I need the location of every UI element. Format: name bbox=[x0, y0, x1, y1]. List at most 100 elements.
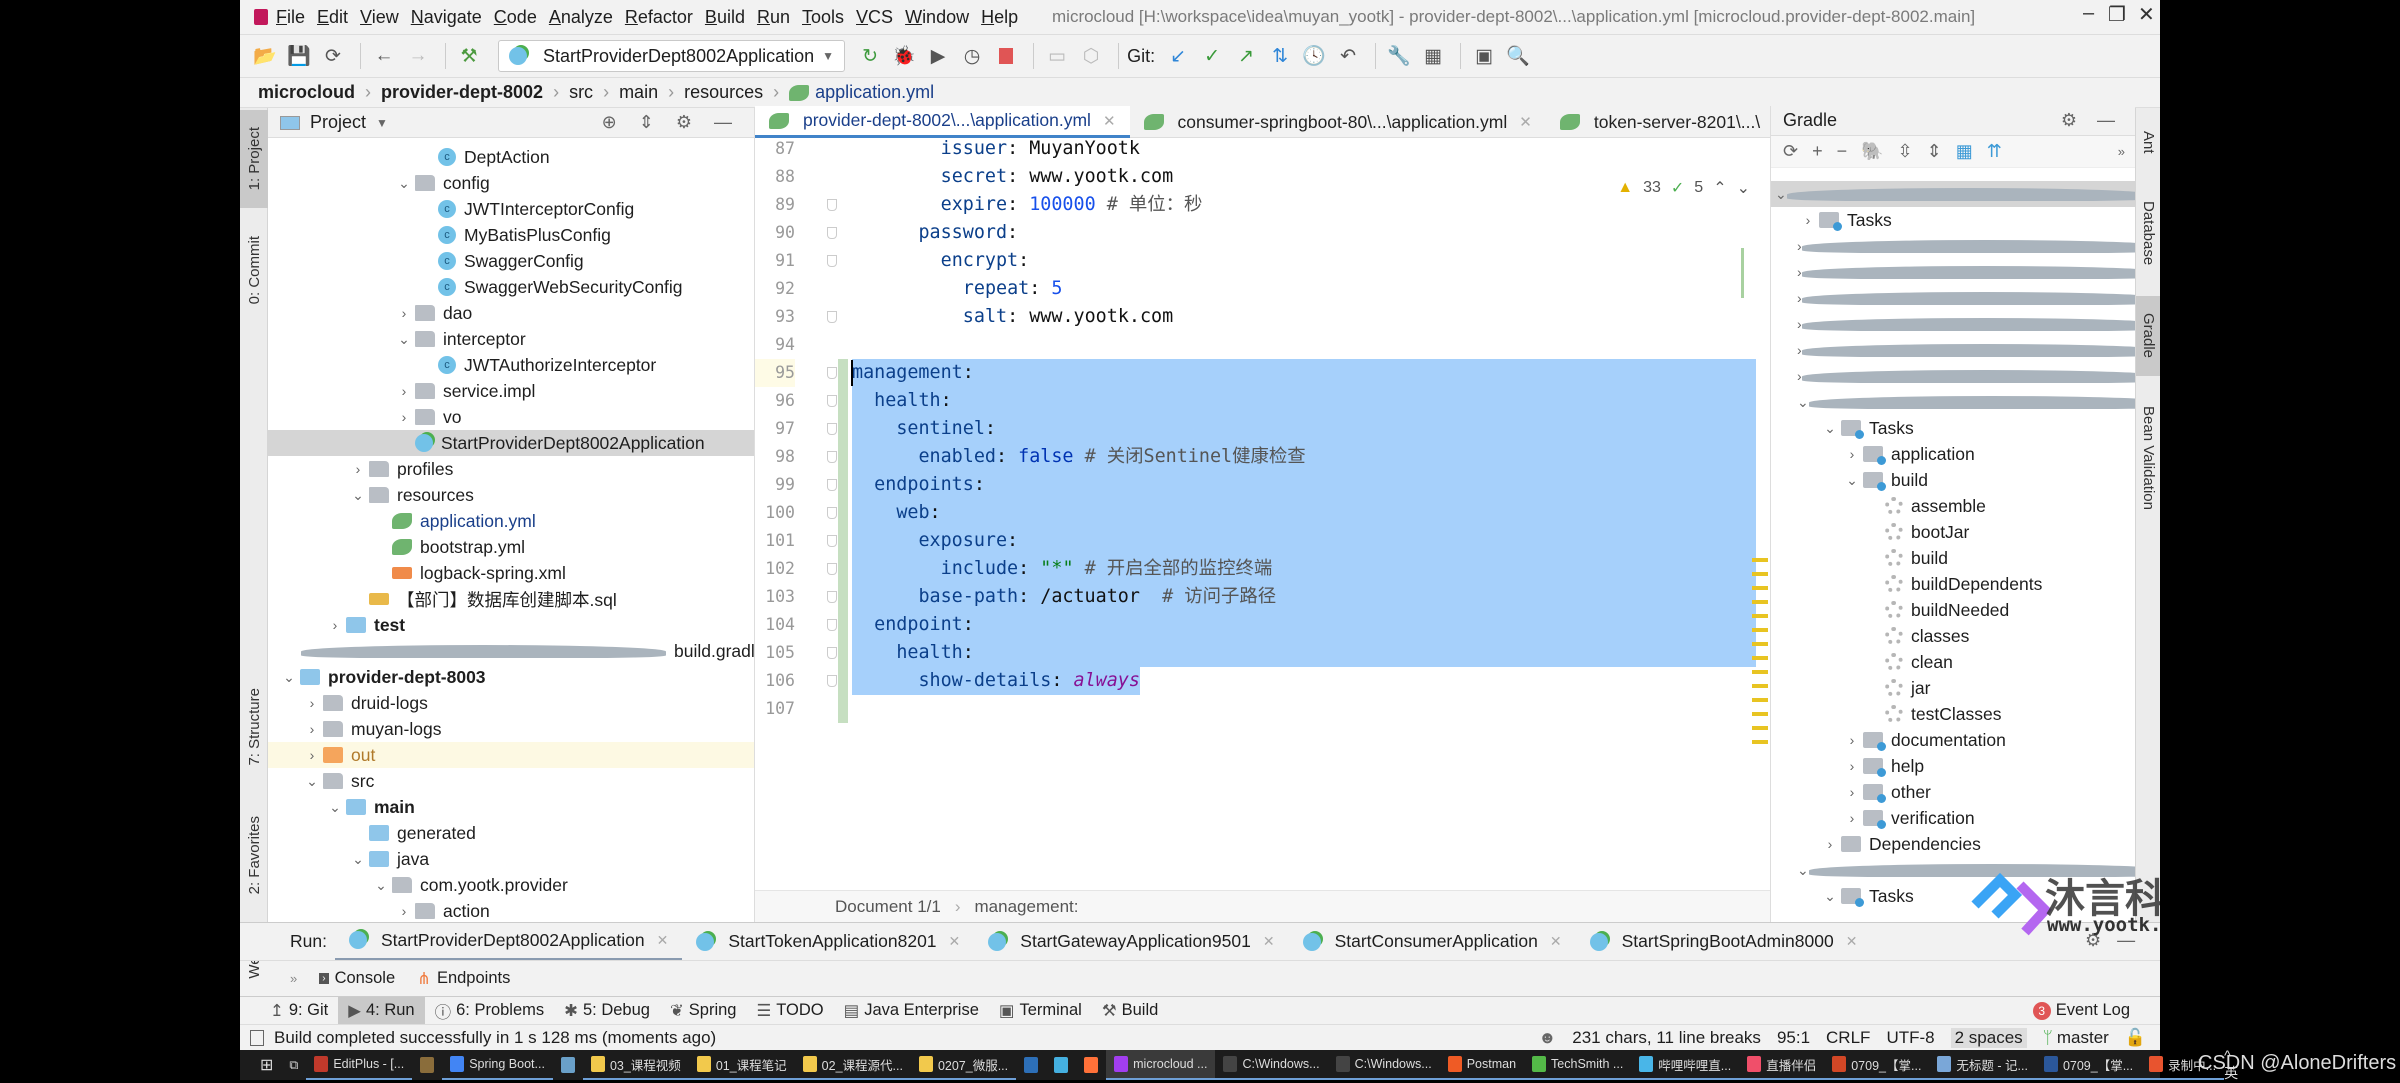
chevron-right-icon[interactable]: › bbox=[1797, 212, 1819, 228]
chevron-down-icon[interactable]: ⌄ bbox=[1775, 186, 1787, 203]
menu-code[interactable]: Code bbox=[494, 7, 537, 28]
editor-tab[interactable]: token-server-8201\...\ bbox=[1546, 106, 1770, 138]
fold-marker-icon[interactable] bbox=[827, 395, 837, 407]
gradle-tree-item[interactable]: ⌄ Tasks bbox=[1771, 415, 2135, 441]
taskbar-app[interactable]: 无标题 - 记... bbox=[1929, 1050, 2036, 1080]
git-branch[interactable]: ᛘ master bbox=[2043, 1028, 2109, 1048]
taskbar-app[interactable] bbox=[1016, 1050, 1046, 1080]
fold-marker-icon[interactable] bbox=[827, 591, 837, 603]
warning-stripe-mark[interactable] bbox=[1752, 628, 1768, 632]
project-tree-item[interactable]: 【部门】数据库创建脚本.sql bbox=[268, 586, 754, 612]
menu-run[interactable]: Run bbox=[757, 7, 790, 28]
fold-marker-icon[interactable] bbox=[827, 647, 837, 659]
task-view-button[interactable]: ⧉ bbox=[281, 1050, 306, 1080]
chevron-down-icon[interactable]: ⌄ bbox=[1819, 888, 1841, 905]
breadcrumb-item[interactable]: microcloud bbox=[258, 82, 355, 103]
gradle-tree-item[interactable]: ⌄ build bbox=[1771, 467, 2135, 493]
run-tab[interactable]: StartTokenApplication8201 ✕ bbox=[682, 923, 974, 961]
indent-setting[interactable]: 2 spaces bbox=[1950, 1028, 2027, 1048]
gradle-tree-item[interactable]: › documentation bbox=[1771, 727, 2135, 753]
stripe-bean-validation[interactable]: Bean Validation bbox=[2136, 388, 2160, 528]
gradle-tree-item[interactable]: build bbox=[1771, 545, 2135, 571]
chevron-right-icon[interactable]: › bbox=[301, 747, 323, 763]
fold-marker-icon[interactable] bbox=[827, 619, 837, 631]
stripe-structure[interactable]: 7: Structure bbox=[240, 668, 268, 786]
status-message[interactable]: Build completed successfully in 1 s 128 … bbox=[274, 1028, 716, 1048]
gradle-tree-item[interactable]: ›gateway-9501 bbox=[1771, 285, 2135, 311]
menu-window[interactable]: Window bbox=[905, 7, 969, 28]
taskbar-app[interactable] bbox=[1046, 1050, 1076, 1080]
toolwindow-javaenterprise[interactable]: ▤ Java Enterprise bbox=[834, 997, 989, 1025]
taskbar-app[interactable]: 03_课程视频 bbox=[582, 1050, 689, 1080]
fold-marker-icon[interactable] bbox=[827, 227, 837, 239]
taskbar-app[interactable]: 哔哩哔哩直... bbox=[1631, 1050, 1740, 1080]
warning-stripe-mark[interactable] bbox=[1752, 558, 1768, 562]
project-tree-item[interactable]: ⌄ java bbox=[268, 846, 754, 872]
build-hammer-icon[interactable]: ⚒ bbox=[454, 41, 484, 71]
taskbar-app[interactable] bbox=[553, 1050, 583, 1080]
warning-stripe-mark[interactable] bbox=[1752, 740, 1768, 744]
close-tab-icon[interactable]: ✕ bbox=[1103, 112, 1116, 130]
run-anything-icon[interactable]: ▣ bbox=[1469, 41, 1499, 71]
line-separator[interactable]: CRLF bbox=[1826, 1028, 1870, 1048]
toolwindow-git[interactable]: ↥ 9: Git bbox=[260, 997, 338, 1025]
gradle-tree-item[interactable]: ›common-api bbox=[1771, 233, 2135, 259]
project-tree-item[interactable]: c JWTAuthorizeInterceptor bbox=[268, 352, 754, 378]
chevron-right-icon[interactable]: › bbox=[393, 383, 415, 399]
project-tree-item[interactable]: › vo bbox=[268, 404, 754, 430]
gradle-tree-item[interactable]: › application bbox=[1771, 441, 2135, 467]
chevron-right-icon[interactable]: › bbox=[1797, 290, 1802, 306]
project-tree-item[interactable]: generated bbox=[268, 820, 754, 846]
chevron-right-icon[interactable]: › bbox=[1841, 446, 1863, 462]
gradle-tree-item[interactable]: › help bbox=[1771, 753, 2135, 779]
chevron-down-icon[interactable]: ⌄ bbox=[1797, 862, 1809, 879]
collapse-all-icon[interactable]: ⇕ bbox=[1927, 141, 1942, 162]
chevron-right-icon[interactable]: › bbox=[393, 409, 415, 425]
breadcrumb-item[interactable]: provider-dept-8002 bbox=[381, 82, 543, 103]
status-toggle-icon[interactable] bbox=[250, 1029, 264, 1046]
inspector-icon[interactable]: ☻ bbox=[1538, 1028, 1556, 1048]
caret-position[interactable]: 95:1 bbox=[1777, 1028, 1810, 1048]
chevron-right-icon[interactable]: › bbox=[1797, 264, 1802, 280]
run-tab[interactable]: StartSpringBootAdmin8000 ✕ bbox=[1576, 923, 1872, 961]
toolwindow-problems[interactable]: ⓘ 6: Problems bbox=[425, 997, 555, 1025]
chevron-down-icon[interactable]: ⌄ bbox=[301, 773, 323, 790]
warning-stripe-mark[interactable] bbox=[1752, 656, 1768, 660]
expand-all-icon[interactable]: ⇳ bbox=[1898, 141, 1913, 162]
gradle-tree-item[interactable]: › other bbox=[1771, 779, 2135, 805]
chevron-right-icon[interactable]: › bbox=[301, 721, 323, 737]
back-icon[interactable]: ← bbox=[369, 41, 399, 71]
gear-icon[interactable]: ⚙ bbox=[2061, 110, 2097, 130]
project-tree-item[interactable]: ⌄ resources bbox=[268, 482, 754, 508]
menu-view[interactable]: View bbox=[360, 7, 399, 28]
stripe-database[interactable]: Database bbox=[2136, 183, 2160, 283]
chevron-right-icon[interactable]: › bbox=[1841, 732, 1863, 748]
crumb-document[interactable]: Document 1/1 bbox=[835, 897, 941, 917]
chevron-right-icon[interactable]: › bbox=[393, 903, 415, 919]
console-tab[interactable]: › Console bbox=[319, 969, 395, 988]
breadcrumb-item[interactable]: resources bbox=[684, 82, 763, 103]
project-tree-item[interactable]: ⌄ interceptor bbox=[268, 326, 754, 352]
menu-edit[interactable]: Edit bbox=[317, 7, 348, 28]
chevron-down-icon[interactable]: ⌄ bbox=[347, 487, 369, 504]
warning-stripe-mark[interactable] bbox=[1752, 586, 1768, 590]
more-icon[interactable]: » bbox=[2118, 144, 2125, 159]
project-view-select[interactable]: Project bbox=[310, 112, 366, 133]
git-history-icon[interactable]: 🕓 bbox=[1299, 41, 1329, 71]
project-tree-item[interactable]: › test bbox=[268, 612, 754, 638]
event-log-button[interactable]: 3 Event Log bbox=[2032, 1001, 2130, 1020]
fold-marker-icon[interactable] bbox=[827, 367, 837, 379]
gradle-tree-item[interactable]: › Tasks bbox=[1771, 207, 2135, 233]
menu-navigate[interactable]: Navigate bbox=[411, 7, 482, 28]
editor-tab[interactable]: consumer-springboot-80\...\application.y… bbox=[1130, 106, 1546, 138]
chevron-right-icon[interactable]: › bbox=[1797, 238, 1802, 254]
git-merge-icon[interactable]: ⇅ bbox=[1265, 41, 1295, 71]
code-area[interactable]: ▲ 33 ✓ 5 ⌃ ⌄ 87 issuer: MuyanYootk 88 secret: … bbox=[755, 138, 1770, 890]
hide-icon[interactable]: — bbox=[714, 112, 754, 132]
chevron-down-icon[interactable]: ⌄ bbox=[393, 175, 415, 192]
more-icon[interactable]: » bbox=[290, 971, 297, 986]
gradle-tree-item[interactable]: ⌄microcloud bbox=[1771, 181, 2135, 207]
project-structure-icon[interactable]: ▦ bbox=[1418, 41, 1448, 71]
chevron-down-icon[interactable]: ⌄ bbox=[1797, 394, 1809, 411]
editor-tab[interactable]: provider-dept-8002\...\application.yml ✕ bbox=[755, 106, 1130, 138]
